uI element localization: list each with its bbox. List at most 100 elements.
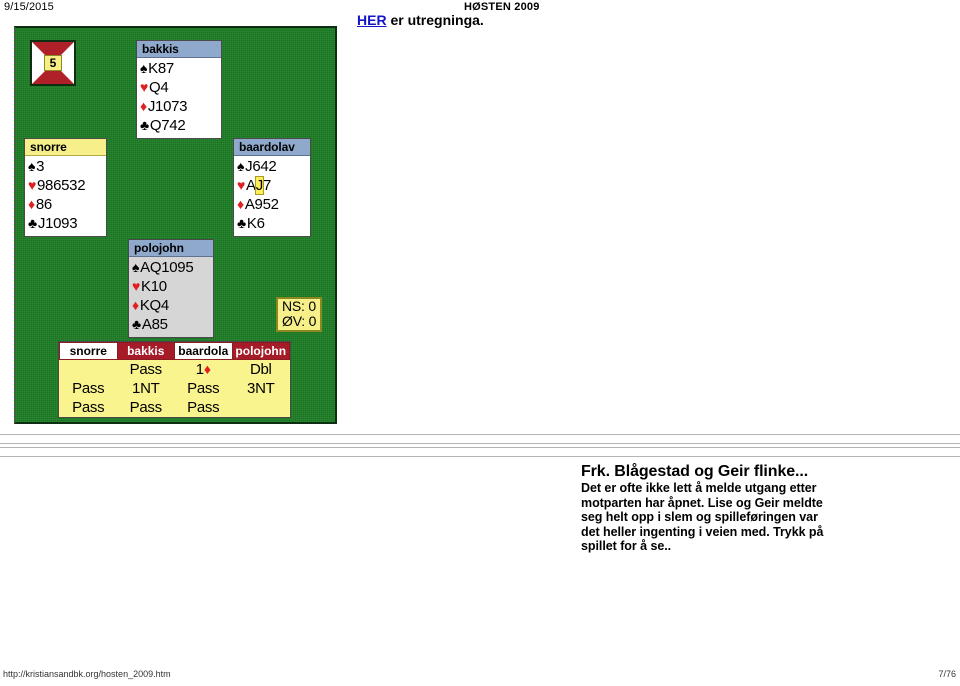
article-body: Det er ofte ikke lett å melde utgang ett…: [581, 481, 824, 553]
hand-north-suits: ♠K87 ♥Q4 ♦J1073 ♣Q742: [137, 58, 221, 138]
page-header-date: 9/15/2015: [4, 1, 54, 13]
hand-north-clubs-cards: Q742: [149, 117, 186, 134]
footer-page-number: 7/76: [938, 669, 956, 679]
club-pip-icon: ♣: [140, 117, 149, 133]
hand-south-spades-cards: AQ1095: [140, 259, 194, 276]
club-pip-icon: ♣: [132, 316, 141, 332]
her-link[interactable]: HER: [357, 12, 387, 28]
diamond-pip-icon: ♦: [132, 297, 139, 313]
spade-pip-icon: ♠: [237, 158, 245, 174]
hand-west-diamonds: ♦86: [28, 195, 102, 214]
hand-east[interactable]: baardolav ♠J642 ♥AJ7 ♦A952 ♣K6: [233, 138, 311, 237]
hand-east-spades: ♠J642: [237, 157, 306, 176]
bidding-header-baardolav: baardola: [174, 342, 233, 360]
club-pip-icon: ♣: [237, 215, 246, 231]
bidding-header-row: snorre bakkis baardola polojohn: [59, 342, 290, 360]
heart-pip-icon: ♥: [132, 278, 141, 294]
spade-pip-icon: ♠: [140, 60, 148, 76]
board-number: 5: [44, 55, 62, 71]
hand-north-spades: ♠K87: [140, 59, 217, 78]
hand-west-suits: ♠3 ♥986532 ♦86 ♣J1093: [25, 156, 106, 236]
article-heading: Frk. Blågestad og Geir flinke...: [581, 463, 809, 480]
hand-south-spades: ♠AQ1095: [132, 258, 209, 277]
hand-west-clubs: ♣J1093: [28, 214, 102, 233]
hand-north-diamonds: ♦J1073: [140, 97, 217, 116]
hand-east-player: baardolav: [234, 139, 310, 156]
footer-url: http://kristiansandbk.org/hosten_2009.ht…: [3, 669, 171, 679]
divider-line: [0, 443, 960, 444]
bidding-header-snorre: snorre: [59, 342, 118, 360]
hand-south-hearts-cards: K10: [141, 278, 167, 295]
score-ov: ØV: 0: [282, 313, 317, 329]
diamond-pip-icon: ♦: [203, 360, 211, 377]
score-ns: NS: 0: [282, 298, 317, 314]
spade-pip-icon: ♠: [132, 259, 140, 275]
hand-east-hearts-cards-pre: A: [246, 177, 256, 194]
hand-west[interactable]: snorre ♠3 ♥986532 ♦86 ♣J1093: [24, 138, 107, 237]
diamond-pip-icon: ♦: [237, 196, 244, 212]
bid-cell: Pass: [72, 379, 105, 397]
article-block: Frk. Blågestad og Geir flinke... Det er …: [581, 463, 837, 554]
hand-south[interactable]: polojohn ♠AQ1095 ♥K10 ♦KQ4 ♣A85: [128, 239, 214, 338]
hand-east-diamonds: ♦A952: [237, 195, 306, 214]
bidding-row: Pass 1NT Pass 3NT: [60, 379, 290, 398]
hand-north-spades-cards: K87: [148, 60, 174, 77]
bidding-table: snorre bakkis baardola polojohn Pass 1♦ …: [58, 341, 291, 418]
heart-pip-icon: ♥: [140, 79, 149, 95]
bidding-header-polojohn: polojohn: [231, 342, 290, 360]
bridge-deal-diagram[interactable]: 5 bakkis ♠K87 ♥Q4 ♦J1073 ♣Q742 snorre ♠3…: [14, 26, 337, 424]
hand-south-diamonds-cards: KQ4: [139, 297, 169, 314]
bid-cell: Pass: [129, 398, 162, 416]
hand-south-player: polojohn: [129, 240, 213, 257]
club-pip-icon: ♣: [28, 215, 37, 231]
hand-east-hearts-selected-card[interactable]: J: [254, 176, 264, 195]
hand-north-player: bakkis: [137, 41, 221, 58]
bid-cell: 3NT: [247, 379, 275, 397]
intro-line: HER er utregninga.: [357, 12, 484, 28]
board-vulnerability-marker: 5: [30, 40, 76, 86]
hand-north-clubs: ♣Q742: [140, 116, 217, 135]
hand-west-hearts-cards: 986532: [37, 177, 86, 194]
hand-south-hearts: ♥K10: [132, 277, 209, 296]
bid-cell: Dbl: [249, 360, 272, 378]
diamond-pip-icon: ♦: [140, 98, 147, 114]
hand-east-suits: ♠J642 ♥AJ7 ♦A952 ♣K6: [234, 156, 310, 236]
hand-south-diamonds: ♦KQ4: [132, 296, 209, 315]
page-root: 9/15/2015 HØSTEN 2009 HER er utregninga.…: [0, 0, 960, 686]
bid-cell: [232, 398, 290, 417]
hand-east-clubs-cards: K6: [246, 215, 265, 232]
bid-cell: Pass: [72, 398, 105, 416]
hand-west-player: snorre: [25, 139, 106, 156]
hand-east-hearts: ♥AJ7: [237, 176, 306, 195]
hand-west-clubs-cards: J1093: [37, 215, 78, 232]
hand-west-hearts: ♥986532: [28, 176, 102, 195]
hand-north-hearts: ♥Q4: [140, 78, 217, 97]
divider-line: [0, 447, 960, 448]
hand-north-hearts-cards: Q4: [149, 79, 169, 96]
hand-east-clubs: ♣K6: [237, 214, 306, 233]
bidding-row: Pass Pass Pass: [60, 398, 290, 417]
hand-west-spades: ♠3: [28, 157, 102, 176]
bid-level: 1: [195, 360, 204, 378]
divider-line: [0, 434, 960, 435]
heart-pip-icon: ♥: [28, 177, 37, 193]
diamond-pip-icon: ♦: [28, 196, 35, 212]
hand-east-hearts-cards-post: 7: [262, 177, 271, 194]
hand-east-spades-cards: J642: [245, 158, 277, 175]
hand-west-diamonds-cards: 86: [35, 196, 52, 213]
intro-rest-text: er utregninga.: [386, 12, 484, 28]
bid-cell: Pass: [187, 398, 220, 416]
bid-cell: 1NT: [132, 379, 160, 397]
spade-pip-icon: ♠: [28, 158, 36, 174]
score-box: NS: 0 ØV: 0: [276, 297, 323, 332]
bidding-row: Pass 1♦ Dbl: [60, 360, 290, 379]
hand-south-clubs: ♣A85: [132, 315, 209, 334]
bid-cell: Pass: [129, 360, 162, 378]
hand-south-clubs-cards: A85: [141, 316, 168, 333]
bid-cell: Pass: [187, 379, 220, 397]
bid-cell-with-suit: 1♦: [175, 360, 233, 379]
hand-west-spades-cards: 3: [36, 158, 45, 175]
hand-north[interactable]: bakkis ♠K87 ♥Q4 ♦J1073 ♣Q742: [136, 40, 222, 139]
hand-south-suits: ♠AQ1095 ♥K10 ♦KQ4 ♣A85: [129, 257, 213, 337]
hand-east-diamonds-cards: A952: [244, 196, 279, 213]
